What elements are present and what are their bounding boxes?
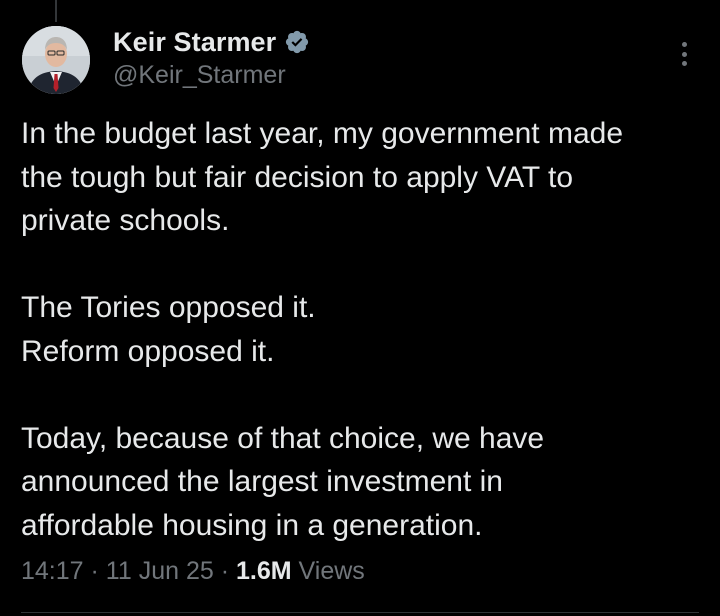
author-handle[interactable]: @Keir_Starmer [113,61,286,90]
more-options-icon[interactable] [672,40,696,68]
tweet-paragraph: In the budget last year, my government m… [21,112,706,243]
more-dot [681,61,687,66]
tweet-line: Reform opposed it. [21,334,275,368]
tweet-text: In the budget last year, my government m… [21,112,706,547]
tweet-line: The Tories opposed it. [21,291,316,324]
views-count[interactable]: 1.6M [236,557,292,585]
verified-badge-icon[interactable] [284,29,310,55]
author-display-name[interactable]: Keir Starmer [113,27,276,58]
divider [21,612,699,613]
tweet-paragraph: Today, because of that choice, we have a… [21,417,706,548]
meta-separator: · [220,557,230,585]
tweet-line: private schools. [21,204,230,237]
views-label[interactable]: Views [299,557,365,585]
tweet-paragraph: The Tories opposed it. Reform opposed it… [21,286,706,373]
tweet-time[interactable]: 14:17 [21,557,84,585]
more-dot [681,42,687,47]
tweet-date[interactable]: 11 Jun 25 [106,557,214,585]
more-dot [681,51,687,57]
thread-connector-line [55,0,57,22]
tweet-line: In the budget last year, my government m… [21,117,624,150]
tweet-line: Today, because of that choice, we have [21,421,545,455]
tweet-line: announced the largest investment in [21,465,503,498]
tweet-line: affordable housing in a generation. [21,508,483,542]
tweet-meta: 14:17 · 11 Jun 25 · 1.6M Views [21,557,365,586]
avatar-photo [22,26,90,94]
author-name-row[interactable]: Keir Starmer [113,25,310,59]
avatar[interactable] [22,26,90,94]
meta-separator: · [90,557,99,585]
tweet-line: the tough but fair decision to apply VAT… [21,160,574,194]
